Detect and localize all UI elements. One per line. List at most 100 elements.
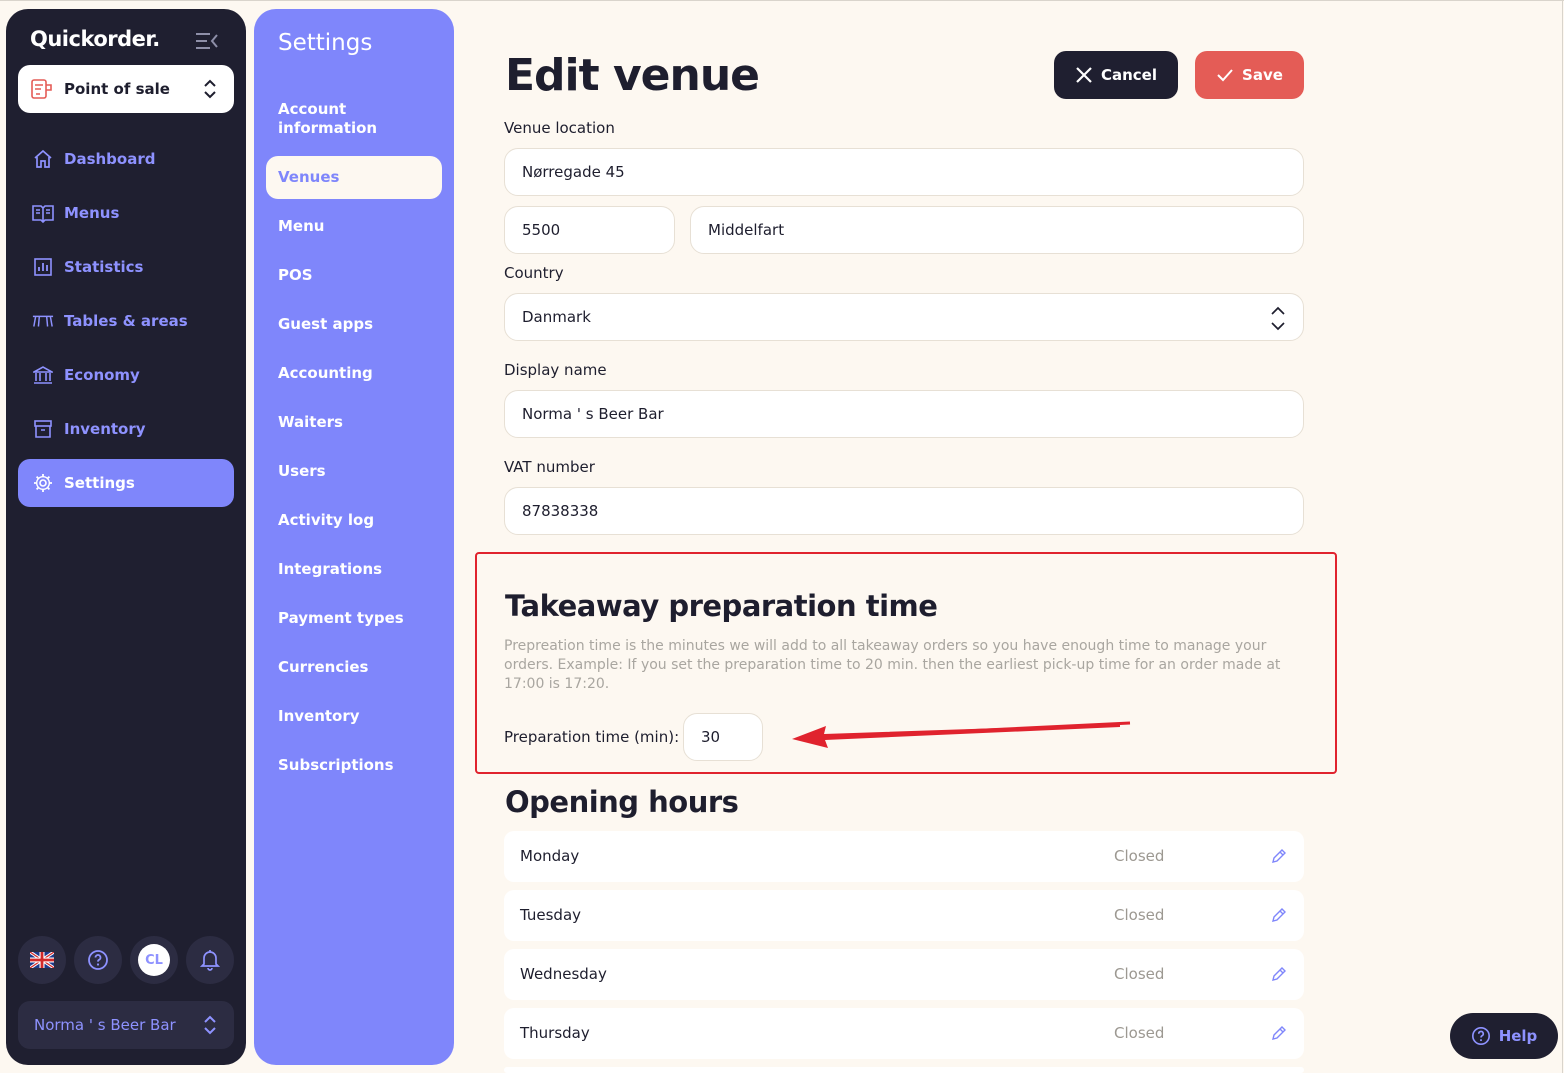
- nav-economy[interactable]: Economy: [18, 351, 234, 399]
- pencil-icon[interactable]: [1271, 966, 1287, 982]
- cancel-button[interactable]: Cancel: [1054, 51, 1178, 99]
- book-icon: [32, 202, 54, 224]
- question-icon: [88, 950, 108, 970]
- settings-item-users[interactable]: Users: [266, 462, 442, 481]
- nav-menus-label: Menus: [64, 204, 120, 222]
- pos-selector[interactable]: Point of sale: [18, 65, 234, 113]
- brand-logo: Quickorder.: [30, 27, 160, 51]
- pencil-icon[interactable]: [1271, 848, 1287, 864]
- avatar-initials: CL: [145, 952, 163, 968]
- settings-item-pos[interactable]: POS: [266, 266, 442, 285]
- gear-icon: [32, 472, 54, 494]
- day-name: Thursday: [520, 1024, 590, 1042]
- pencil-icon[interactable]: [1271, 1025, 1287, 1041]
- opening-hours-title: Opening hours: [505, 785, 739, 819]
- user-avatar-button[interactable]: CL: [130, 936, 178, 984]
- country-value: Danmark: [522, 308, 591, 326]
- archive-icon: [32, 418, 54, 440]
- nav-tables-areas[interactable]: Tables & areas: [18, 297, 234, 345]
- save-button-label: Save: [1242, 66, 1283, 84]
- venue-selector[interactable]: Norma ' s Beer Bar: [18, 1001, 234, 1049]
- nav-statistics-label: Statistics: [64, 258, 144, 276]
- help-button-label: Help: [1498, 1027, 1538, 1045]
- zip-input[interactable]: 5500: [504, 206, 675, 254]
- check-icon: [1216, 66, 1234, 84]
- home-icon: [32, 148, 54, 170]
- day-status: Closed: [1114, 906, 1165, 924]
- bank-icon: [32, 364, 54, 386]
- close-icon: [1075, 66, 1093, 84]
- settings-item-account-information[interactable]: Account information: [266, 100, 386, 138]
- settings-item-payment-types[interactable]: Payment types: [266, 609, 442, 628]
- vat-number-input[interactable]: 87838338: [504, 487, 1304, 535]
- page-title: Edit venue: [505, 50, 760, 101]
- window-right-border: [1562, 0, 1563, 1073]
- window-top-border: [0, 0, 1564, 1]
- pos-selector-label: Point of sale: [64, 80, 170, 98]
- venue-selector-label: Norma ' s Beer Bar: [34, 1016, 176, 1034]
- settings-item-inventory[interactable]: Inventory: [266, 707, 442, 726]
- settings-item-waiters[interactable]: Waiters: [266, 413, 442, 432]
- country-select[interactable]: Danmark: [504, 293, 1304, 341]
- nav-tables-areas-label: Tables & areas: [64, 312, 188, 330]
- cancel-button-label: Cancel: [1100, 66, 1157, 84]
- vat-number-value: 87838338: [522, 502, 599, 520]
- preparation-time-input[interactable]: 30: [683, 713, 763, 761]
- chevron-updown-icon: [1271, 306, 1285, 331]
- collapse-sidebar-icon[interactable]: [195, 31, 219, 51]
- venue-location-label: Venue location: [504, 119, 615, 137]
- nav-inventory-label: Inventory: [64, 420, 146, 438]
- avatar: CL: [138, 944, 170, 976]
- day-name: Tuesday: [520, 906, 582, 924]
- help-circle-button[interactable]: [74, 936, 122, 984]
- opening-hours-row: Thursday Closed: [504, 1008, 1304, 1059]
- preparation-time-value: 30: [701, 728, 721, 746]
- street-input[interactable]: Nørregade 45: [504, 148, 1304, 196]
- display-name-value: Norma ' s Beer Bar: [522, 405, 664, 423]
- save-button[interactable]: Save: [1195, 51, 1304, 99]
- settings-item-activity-log[interactable]: Activity log: [266, 511, 442, 530]
- settings-item-integrations[interactable]: Integrations: [266, 560, 442, 579]
- settings-item-currencies[interactable]: Currencies: [266, 658, 442, 677]
- notifications-button[interactable]: [186, 936, 234, 984]
- nav-settings[interactable]: Settings: [18, 459, 234, 507]
- settings-title: Settings: [278, 30, 373, 56]
- preparation-time-label: Preparation time (min):: [504, 728, 680, 746]
- nav-settings-label: Settings: [64, 474, 135, 492]
- uk-flag-icon: [30, 952, 54, 968]
- takeaway-description: Prepreation time is the minutes we will …: [504, 638, 1281, 692]
- display-name-input[interactable]: Norma ' s Beer Bar: [504, 390, 1304, 438]
- pos-terminal-icon: [31, 79, 52, 99]
- help-button[interactable]: Help: [1450, 1013, 1558, 1059]
- country-label: Country: [504, 264, 564, 282]
- annotation-arrow-icon: [792, 721, 1131, 748]
- chevron-updown-icon: [204, 79, 216, 99]
- city-value: Middelfart: [708, 221, 785, 239]
- settings-item-guest-apps[interactable]: Guest apps: [266, 315, 442, 334]
- settings-item-accounting[interactable]: Accounting: [266, 364, 442, 383]
- settings-item-venues[interactable]: Venues: [266, 156, 442, 199]
- day-name: Wednesday: [520, 965, 607, 983]
- language-button[interactable]: [18, 936, 66, 984]
- nav-menus[interactable]: Menus: [18, 189, 234, 237]
- nav-dashboard-label: Dashboard: [64, 150, 156, 168]
- settings-item-menu[interactable]: Menu: [266, 217, 442, 236]
- bell-icon: [200, 950, 220, 971]
- day-status: Closed: [1114, 965, 1165, 983]
- takeaway-section-title: Takeaway preparation time: [505, 589, 938, 623]
- chart-icon: [32, 256, 54, 278]
- opening-hours-row: Tuesday Closed: [504, 890, 1304, 941]
- opening-hours-row: [504, 1067, 1304, 1073]
- nav-dashboard[interactable]: Dashboard: [18, 135, 234, 183]
- day-name: Monday: [520, 847, 580, 865]
- vat-number-label: VAT number: [504, 458, 595, 476]
- nav-statistics[interactable]: Statistics: [18, 243, 234, 291]
- city-input[interactable]: Middelfart: [690, 206, 1304, 254]
- settings-item-subscriptions[interactable]: Subscriptions: [266, 756, 442, 775]
- pencil-icon[interactable]: [1271, 907, 1287, 923]
- table-icon: [32, 310, 54, 332]
- settings-sidebar: Settings Account information Venues Menu…: [254, 9, 454, 1065]
- day-status: Closed: [1114, 847, 1165, 865]
- street-value: Nørregade 45: [522, 163, 625, 181]
- nav-inventory[interactable]: Inventory: [18, 405, 234, 453]
